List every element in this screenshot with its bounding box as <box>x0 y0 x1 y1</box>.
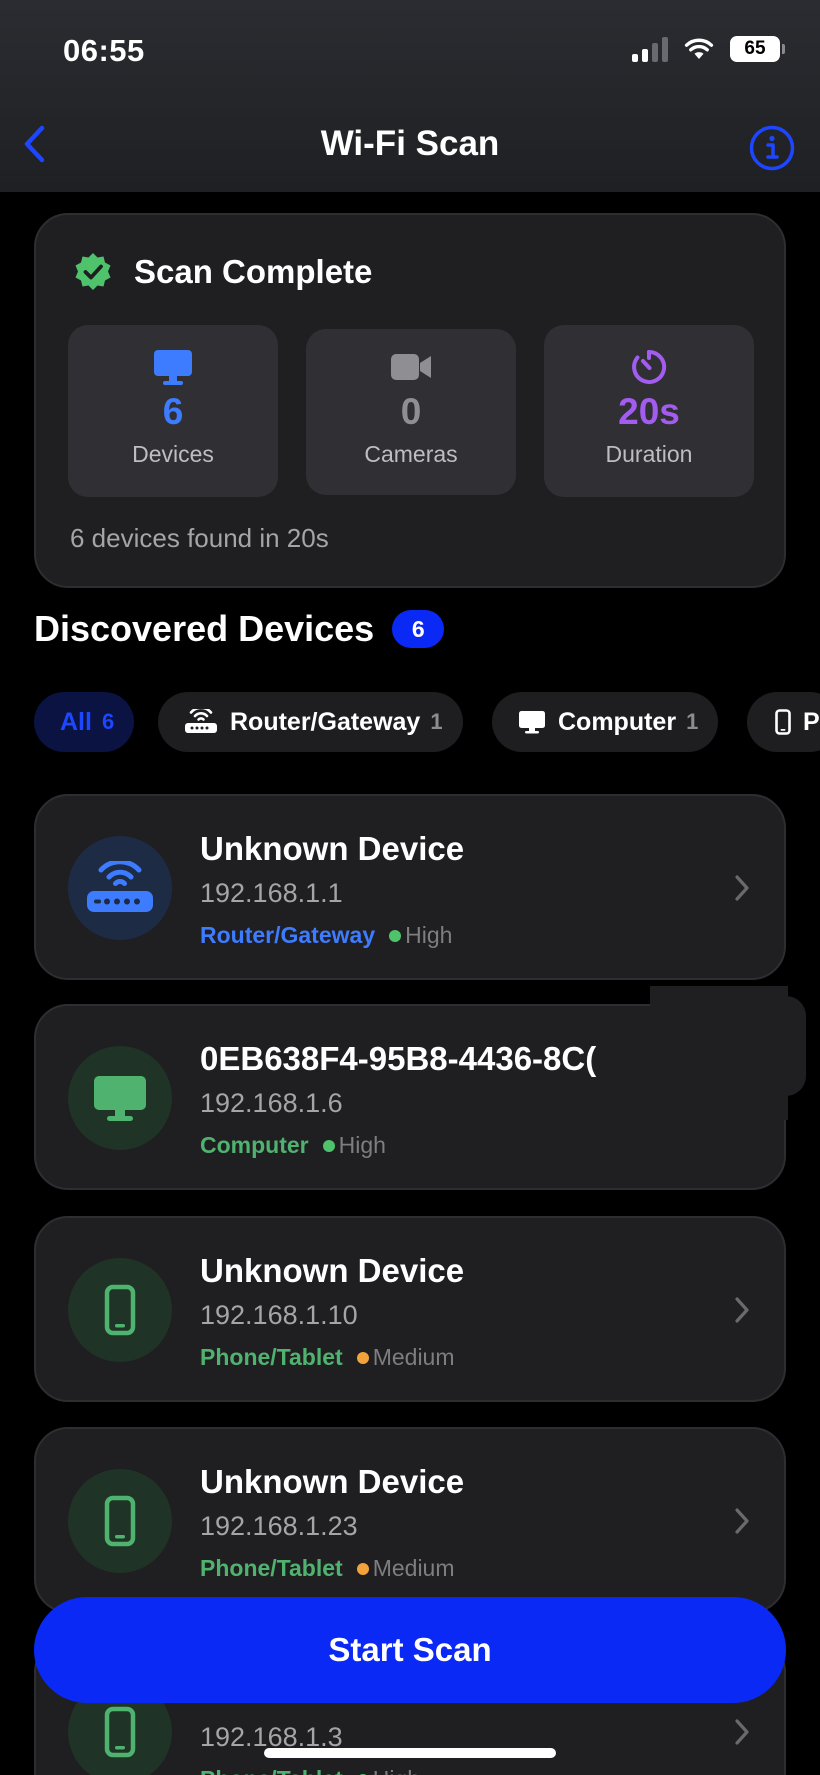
device-meta: Phone/Tablet Medium <box>200 1555 455 1582</box>
chip-label: All <box>60 707 92 736</box>
chip-count: 1 <box>686 709 699 734</box>
timer-icon <box>627 347 671 387</box>
status-time: 06:55 <box>63 33 145 68</box>
chip-count: 6 <box>101 709 115 734</box>
screen: 06:55 65 Wi-Fi Scan Scan Complete 6 Devi… <box>0 0 820 1775</box>
chevron-right-icon <box>730 868 754 908</box>
device-type: Phone/Tablet <box>200 1344 343 1370</box>
monitor-icon <box>518 710 546 734</box>
section-title: Discovered Devices <box>34 608 375 649</box>
device-name: 0EB638F4-95B8-4436-8C( <box>200 1040 597 1077</box>
battery-icon: 65 <box>730 36 785 62</box>
stat-devices: 6 Devices <box>68 325 278 497</box>
confidence-dot <box>389 929 402 942</box>
device-confidence: High <box>405 922 453 948</box>
phone-icon <box>68 1469 172 1573</box>
stat-cameras-label: Cameras <box>364 441 458 467</box>
stat-devices-label: Devices <box>132 441 214 467</box>
filter-chip-router[interactable]: Router/Gateway 1 <box>158 692 463 752</box>
device-meta: Phone/Tablet High <box>200 1766 420 1775</box>
chevron-right-icon <box>730 1712 754 1752</box>
device-confidence: High <box>373 1766 420 1775</box>
device-type: Phone/Tablet <box>200 1555 343 1581</box>
stat-duration: 20s Duration <box>544 325 754 497</box>
filter-chips: All 6 Router/Gateway 1 Computer 1 P <box>34 692 820 752</box>
stat-duration-label: Duration <box>605 441 693 467</box>
filter-chip-phone[interactable]: P <box>747 692 820 752</box>
wifi-icon <box>684 38 714 59</box>
video-camera-icon <box>389 347 433 387</box>
confidence-dot <box>356 1562 369 1575</box>
device-confidence: Medium <box>372 1555 455 1581</box>
phone-icon <box>775 709 791 735</box>
page-title: Wi-Fi Scan <box>320 124 500 163</box>
device-type: Phone/Tablet <box>200 1766 343 1775</box>
confidence-dot <box>322 1139 335 1152</box>
summary-title: Scan Complete <box>134 253 373 290</box>
device-meta: Router/Gateway High <box>200 922 452 949</box>
device-type: Computer <box>200 1132 309 1158</box>
router-icon <box>68 836 172 940</box>
device-meta: Phone/Tablet Medium <box>200 1344 455 1371</box>
device-card[interactable]: Unknown Device 192.168.1.1 Router/Gatewa… <box>34 794 786 980</box>
verified-badge-icon <box>75 253 111 290</box>
device-ip: 192.168.1.1 <box>200 878 343 908</box>
monitor-icon <box>68 1046 172 1150</box>
stat-cameras-value: 0 <box>400 391 422 432</box>
device-name: Unknown Device <box>200 830 465 867</box>
chip-label: P <box>803 707 820 736</box>
stat-devices-value: 6 <box>162 391 184 432</box>
router-icon <box>184 709 218 735</box>
monitor-icon <box>151 347 195 387</box>
summary-footer: 6 devices found in 20s <box>70 523 329 553</box>
device-count-badge: 6 <box>392 610 445 648</box>
device-name: Unknown Device <box>200 1463 465 1500</box>
status-icons: 65 <box>632 36 785 62</box>
cellular-signal-icon <box>632 36 668 62</box>
section-header: Discovered Devices 6 <box>34 608 445 650</box>
chip-count: 1 <box>430 709 443 734</box>
filter-chip-all[interactable]: All 6 <box>34 692 135 752</box>
start-scan-button[interactable]: Start Scan <box>34 1597 786 1703</box>
summary-header: Scan Complete <box>72 251 372 293</box>
phone-icon <box>68 1258 172 1362</box>
scan-summary-card: Scan Complete 6 Devices 0 Cameras 20s Du… <box>34 213 786 588</box>
filter-chip-computer[interactable]: Computer 1 <box>492 692 719 752</box>
device-meta: Computer High <box>200 1132 386 1159</box>
device-confidence: High <box>338 1132 386 1158</box>
overlay-mask <box>650 986 806 1120</box>
device-type: Router/Gateway <box>200 922 376 948</box>
device-ip: 192.168.1.23 <box>200 1511 358 1541</box>
chevron-right-icon <box>730 1501 754 1541</box>
home-indicator <box>264 1748 556 1758</box>
stat-duration-value: 20s <box>618 391 680 432</box>
device-name: Unknown Device <box>200 1252 465 1289</box>
chip-label: Router/Gateway <box>230 707 421 736</box>
info-icon <box>749 125 795 171</box>
device-confidence: Medium <box>372 1344 455 1370</box>
top-bar: 06:55 65 Wi-Fi Scan <box>0 0 820 192</box>
stat-cameras: 0 Cameras <box>306 329 516 495</box>
device-card[interactable]: Unknown Device 192.168.1.10 Phone/Tablet… <box>34 1216 786 1402</box>
chevron-right-icon <box>730 1290 754 1330</box>
device-ip: 192.168.1.10 <box>200 1300 358 1330</box>
device-ip: 192.168.1.6 <box>200 1088 343 1118</box>
chip-label: Computer <box>558 707 677 736</box>
device-card[interactable]: Unknown Device 192.168.1.23 Phone/Tablet… <box>34 1427 786 1613</box>
confidence-dot <box>356 1351 369 1364</box>
info-button[interactable] <box>748 124 796 172</box>
